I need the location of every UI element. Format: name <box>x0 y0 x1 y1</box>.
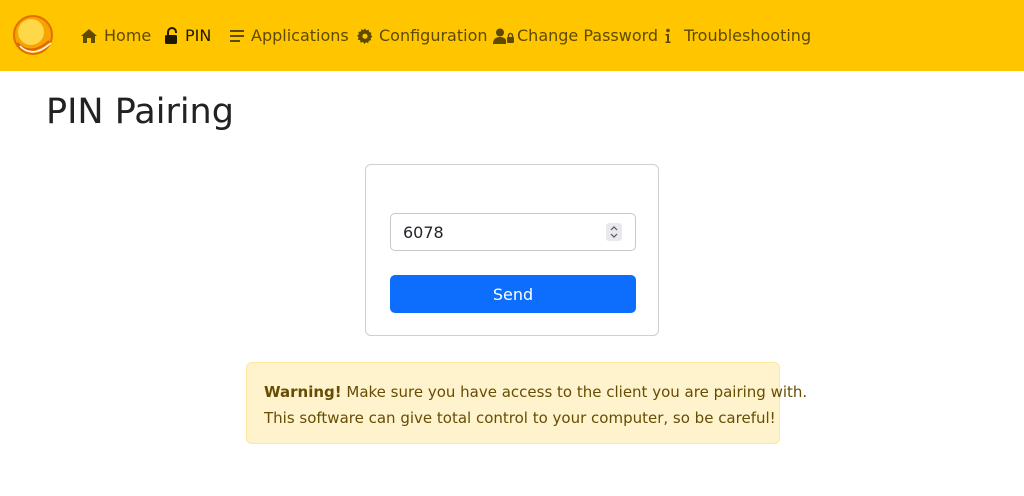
nav-troubleshooting-label: Troubleshooting <box>684 26 812 45</box>
sunshine-logo[interactable] <box>11 13 55 57</box>
nav-troubleshooting[interactable]: Troubleshooting <box>664 0 811 71</box>
page-title: PIN Pairing <box>46 92 234 132</box>
nav-configuration[interactable]: Configuration <box>357 0 488 71</box>
pin-input[interactable] <box>390 213 636 251</box>
nav-applications[interactable]: Applications <box>229 0 349 71</box>
user-lock-icon <box>493 28 515 44</box>
nav-home[interactable]: Home <box>80 0 151 71</box>
number-spinner[interactable] <box>606 223 622 241</box>
nav-pin[interactable]: PIN <box>163 0 211 71</box>
spinner-arrows-icon <box>610 226 618 238</box>
top-navbar: Home PIN Applications Configuration Chan… <box>0 0 1024 71</box>
nav-applications-label: Applications <box>251 26 349 45</box>
info-icon <box>664 28 672 44</box>
home-icon <box>80 28 98 44</box>
send-button[interactable]: Send <box>390 275 636 313</box>
nav-home-label: Home <box>104 26 152 45</box>
alert-strong: Warning! <box>264 383 342 401</box>
warning-alert: Warning! Make sure you have access to th… <box>246 362 807 444</box>
nav-configuration-label: Configuration <box>379 26 488 45</box>
alert-line-1: Warning! Make sure you have access to th… <box>264 379 807 405</box>
list-icon <box>229 29 245 43</box>
unlock-icon <box>163 27 179 44</box>
nav-pin-label: PIN <box>185 26 212 45</box>
nav-change-password[interactable]: Change Password <box>493 0 658 71</box>
nav-change-password-label: Change Password <box>517 26 659 45</box>
alert-line-2: This software can give total control to … <box>264 409 776 427</box>
gear-icon <box>357 28 373 44</box>
pin-card: Send <box>365 164 659 336</box>
alert-text-1: Make sure you have access to the client … <box>341 383 808 401</box>
